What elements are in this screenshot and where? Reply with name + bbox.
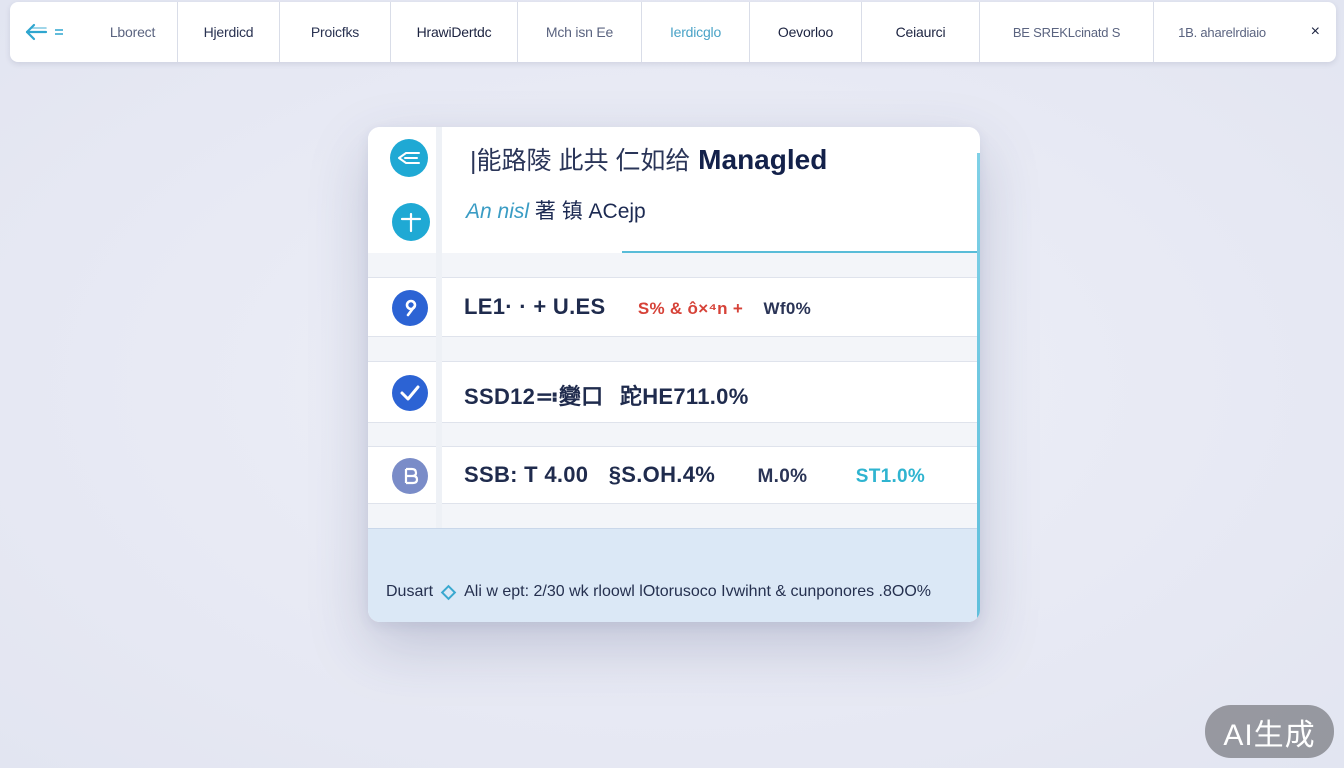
row-text: SSD12≕變口 跎HE711.0% [464,384,749,409]
managed-card: |能路陵 此共 仁如给 Managled An nisl 著 镇 ACejp L… [368,127,980,622]
card-subtitle-tint: An nisl [466,200,530,223]
card-title: |能路陵 此共 仁如给 Managled [470,141,827,177]
back-button[interactable] [10,2,88,62]
menu-icon [54,27,64,37]
tab-6[interactable]: Ierdicglo [642,2,750,62]
row-gap [368,253,977,277]
diamond-icon [440,584,457,600]
footer-lead: Dusart [386,583,434,600]
rail-divider [436,253,442,528]
list-item[interactable]: SSB: T 4.00 §S.OH.4% M.0% ST1.0% [368,446,977,504]
row-gap [368,504,977,528]
close-button[interactable]: × [1290,2,1336,62]
card-accent-edge [977,153,980,622]
footer-text: Dusart Ali w ept: 2/30 wk rloowl lOtorus… [386,583,931,601]
list-item[interactable]: SSD12≕變口 跎HE711.0% [368,361,977,423]
tab-7[interactable]: Oevorloo [750,2,862,62]
info-icon [392,290,428,326]
ai-generated-watermark: AI生成 [1205,705,1334,758]
tab-10[interactable]: 1B. aharelrdiaio [1154,2,1290,62]
card-subtitle: An nisl 著 镇 ACejp [466,195,646,225]
tab-2[interactable]: Hjerdicd [178,2,280,62]
tab-9[interactable]: BE SREKLcinatd S [980,2,1154,62]
close-icon: × [1310,23,1320,40]
card-subtitle-rest: 著 镇 ACejp [534,200,646,223]
card-footer: Dusart Ali w ept: 2/30 wk rloowl lOtorus… [368,528,977,622]
bitcoin-icon [392,458,428,494]
row-gap [368,422,977,446]
row-gap [368,337,977,361]
tab-8[interactable]: Ceiaurci [862,2,980,62]
link-icon[interactable] [390,139,428,177]
tab-5[interactable]: Mch isn Ee [518,2,642,62]
tab-1[interactable]: Lborect [88,2,178,62]
check-icon [392,375,428,411]
row-text: SSB: T 4.00 §S.OH.4% M.0% ST1.0% [464,462,926,487]
footer-body: Ali w ept: 2/30 wk rloowl lOtorusoco Ivw… [464,583,931,600]
card-header: |能路陵 此共 仁如给 Managled An nisl 著 镇 ACejp [442,127,977,253]
card-title-cjk: |能路陵 此共 仁如给 [470,147,691,175]
back-arrow-icon [24,23,50,41]
tab-3[interactable]: Proicfks [280,2,391,62]
list-item[interactable]: LE1· · + U.ES S% & ô×⁴n + Wf0% [368,277,977,337]
tab-4[interactable]: HrawiDertdc [391,2,518,62]
grid-plus-icon[interactable] [392,203,430,241]
top-toolbar: Lborect Hjerdicd Proicfks HrawiDertdc Mc… [10,2,1336,62]
card-title-latin: Managled [698,144,828,175]
row-text: LE1· · + U.ES S% & ô×⁴n + Wf0% [464,294,811,319]
